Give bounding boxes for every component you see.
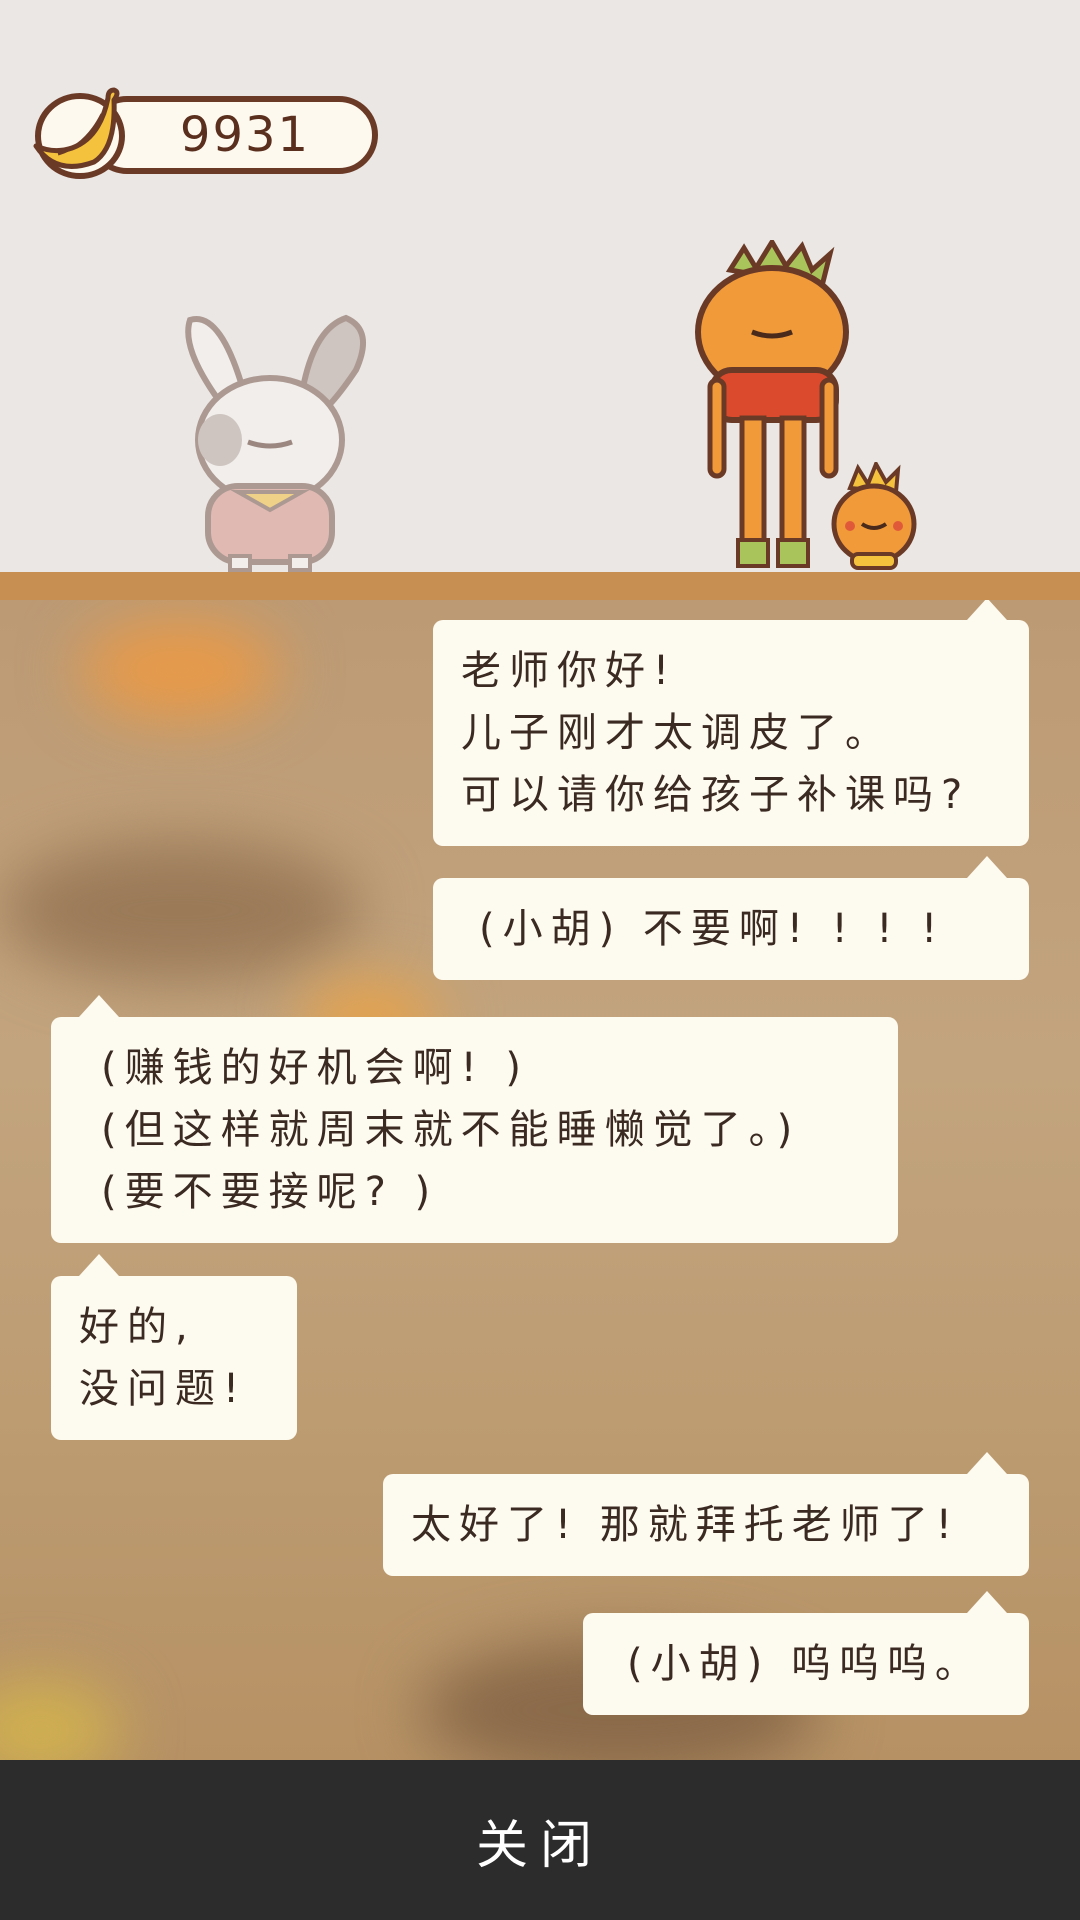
dialogue-bubble: 老师你好! 儿子刚才太调皮了。 可以请你给孩子补课吗? bbox=[433, 600, 1029, 846]
banana-counter: 9931 bbox=[28, 84, 378, 180]
dialogue-line: (小胡) 呜呜呜。 bbox=[627, 1641, 983, 1687]
pumpkin-child-character bbox=[831, 462, 917, 570]
background-blur bbox=[80, 620, 280, 720]
dialogue-line: 太好了! 那就拜托老师了! bbox=[411, 1502, 960, 1548]
dialogue-line: (要不要接呢? ) bbox=[101, 1169, 439, 1215]
banana-icon bbox=[33, 87, 125, 179]
dialogue-line: (但这样就周末就不能睡懒觉了。) bbox=[101, 1107, 801, 1153]
banana-count: 9931 bbox=[179, 107, 311, 163]
dialogue-line: 好的, bbox=[79, 1304, 196, 1350]
background-blur bbox=[0, 840, 360, 980]
dialogue-area: 老师你好! 儿子刚才太调皮了。 可以请你给孩子补课吗? (小胡) 不要啊! ! … bbox=[0, 600, 1080, 1760]
dialogue-line: 儿子刚才太调皮了。 bbox=[461, 710, 893, 756]
dialogue-line: (小胡) 不要啊! ! ! ! bbox=[479, 906, 946, 952]
close-button[interactable]: 关闭 bbox=[476, 1803, 604, 1878]
dialogue-bubble: (赚钱的好机会啊! ) (但这样就周末就不能睡懒觉了。) (要不要接呢? ) bbox=[51, 995, 898, 1243]
dialogue-line: 可以请你给孩子补课吗? bbox=[461, 772, 971, 818]
background-blur bbox=[0, 1680, 120, 1760]
dialogue-line: 没问题! bbox=[79, 1366, 248, 1412]
scene-top: 9931 bbox=[0, 0, 1080, 572]
dialogue-bubble: (小胡) 不要啊! ! ! ! bbox=[433, 856, 1029, 980]
dialogue-bubble: 太好了! 那就拜托老师了! bbox=[383, 1452, 1029, 1576]
dialogue-line: (赚钱的好机会啊! ) bbox=[101, 1045, 529, 1091]
dialogue-bubble: 好的, 没问题! bbox=[51, 1254, 297, 1440]
dialogue-line: 老师你好! bbox=[461, 648, 678, 694]
rabbit-character bbox=[185, 314, 366, 572]
dialogue-bubble: (小胡) 呜呜呜。 bbox=[583, 1591, 1029, 1715]
bottom-bar: 关闭 bbox=[0, 1760, 1080, 1920]
floor-strip bbox=[0, 572, 1080, 600]
